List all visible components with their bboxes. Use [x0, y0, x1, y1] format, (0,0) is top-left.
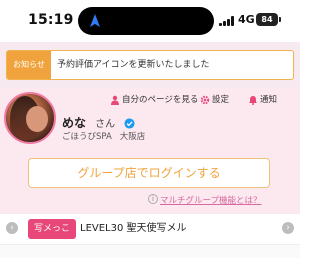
battery-tip	[279, 17, 281, 22]
settings-label: 設定	[212, 95, 230, 105]
slider-text: LEVEL30 聖天使写メル	[80, 223, 187, 234]
achievement-slider: ‹ 写メっこ LEVEL30 聖天使写メル ›	[0, 214, 300, 244]
dynamic-island	[78, 7, 214, 35]
notice-tag: お知らせ	[7, 51, 51, 79]
settings-link[interactable]: 設定	[200, 92, 229, 108]
profile-panel: 自分のページを見る 設定 通知 めな さん ごほうびSPA 大阪店 グループ店でロ…	[0, 88, 300, 214]
verified-badge-icon	[124, 118, 135, 129]
bell-icon	[249, 95, 257, 105]
notice-text: 予約評価アイコンを更新いたしました	[57, 60, 210, 70]
bottom-area	[0, 244, 300, 258]
notice-area: お知らせ 予約評価アイコンを更新いたしました	[0, 42, 300, 88]
profile-name: めな	[62, 116, 87, 130]
status-time: 15:19	[28, 12, 74, 28]
battery-icon: 84	[256, 13, 278, 26]
gear-icon	[200, 95, 210, 104]
signal-icon	[219, 16, 235, 26]
slider-prev-button[interactable]: ‹	[6, 222, 18, 234]
location-arrow-icon	[90, 14, 100, 27]
my-page-link[interactable]: 自分のページを見る	[110, 92, 198, 108]
avatar-face	[26, 106, 48, 132]
status-bar: 15:19 4G 84	[0, 0, 300, 42]
profile-honorific: さん	[95, 119, 116, 130]
notifications-link[interactable]: 通知	[248, 92, 277, 108]
slider-next-button[interactable]: ›	[282, 222, 294, 234]
info-icon: i	[148, 194, 158, 204]
group-login-button[interactable]: グループ店でログインする	[28, 158, 270, 188]
shop-name: ごほうびSPA	[62, 132, 112, 142]
profile-name-row: めな さん	[62, 112, 135, 130]
avatar[interactable]	[4, 92, 56, 144]
notifications-label: 通知	[260, 95, 278, 105]
header-links: 自分のページを見る 設定 通知	[110, 92, 296, 108]
multi-group-link[interactable]: マルチグループ機能とは？	[160, 194, 262, 206]
my-page-label: 自分のページを見る	[122, 95, 199, 105]
notice-banner[interactable]: お知らせ 予約評価アイコンを更新いたしました	[6, 50, 294, 80]
shop-row: ごほうびSPA 大阪店	[62, 130, 145, 142]
shop-area: 大阪店	[119, 132, 146, 142]
photo-tag: 写メっこ	[28, 219, 76, 239]
network-type: 4G	[238, 13, 255, 26]
person-icon	[111, 95, 119, 105]
